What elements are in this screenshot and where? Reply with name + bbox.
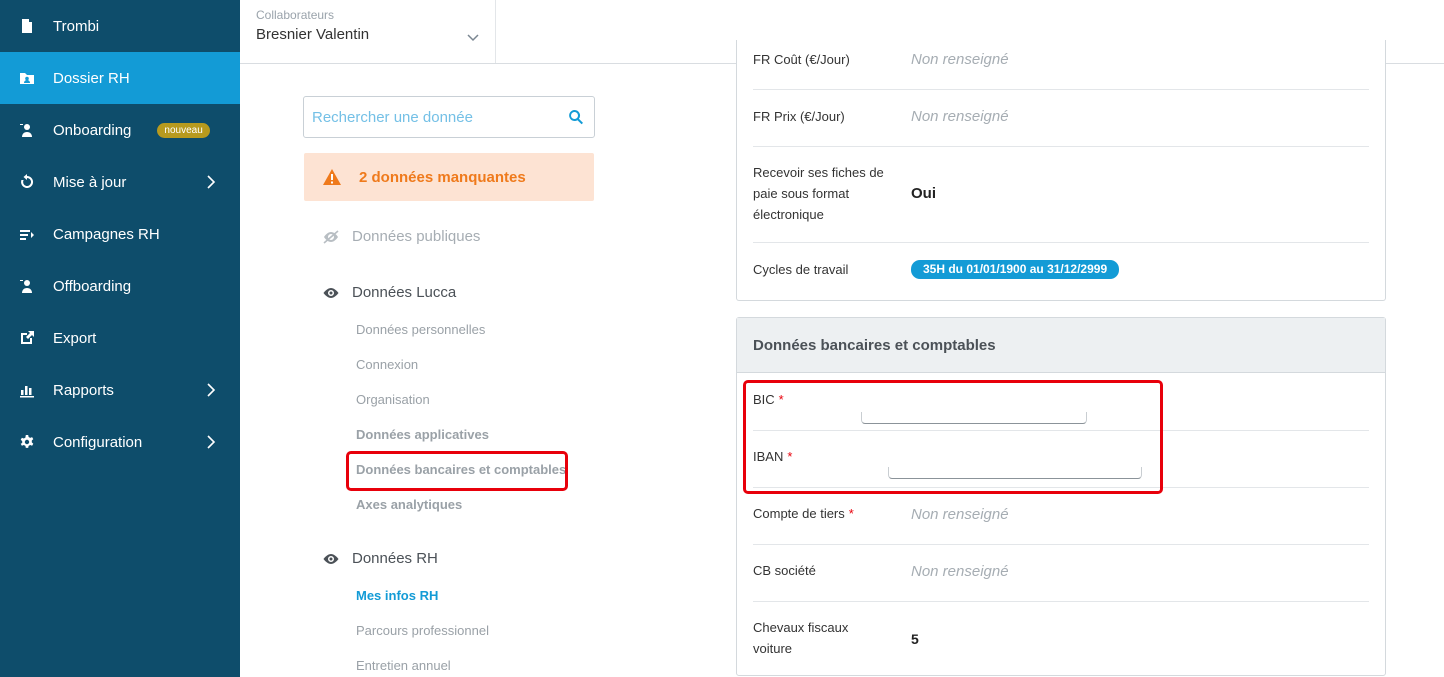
link-mes-infos-rh[interactable]: Mes infos RH bbox=[356, 588, 438, 603]
panel-infos-rh: FR Coût (€/Jour) Non renseigné FR Prix (… bbox=[736, 40, 1386, 301]
nav-item-label: Configuration bbox=[53, 433, 143, 451]
collaborator-select-label: Collaborateurs bbox=[256, 8, 335, 22]
field-value: Oui bbox=[911, 185, 936, 202]
nav-item-trombi[interactable]: Trombi bbox=[0, 0, 240, 52]
field-label: BIC * bbox=[753, 392, 784, 407]
nav-item-label: Dossier RH bbox=[53, 69, 130, 87]
search-field[interactable] bbox=[303, 96, 595, 138]
section-label: Données Lucca bbox=[352, 284, 457, 301]
field-label: Compte de tiers * bbox=[753, 506, 854, 521]
refresh-icon bbox=[18, 173, 36, 191]
search-input[interactable] bbox=[312, 97, 560, 137]
link-parcours-professionnel[interactable]: Parcours professionnel bbox=[356, 623, 489, 638]
gear-icon bbox=[18, 433, 36, 451]
field-row: FR Coût (€/Jour) Non renseigné bbox=[753, 40, 1369, 90]
section-label: Données publiques bbox=[352, 228, 481, 245]
field-row-chevaux-fiscaux: Chevaux fiscaux voiture 5 bbox=[753, 602, 1369, 672]
field-row: FR Prix (€/Jour) Non renseigné bbox=[753, 90, 1369, 147]
folder-user-icon bbox=[18, 69, 36, 87]
nav-item-label: Trombi bbox=[53, 17, 100, 35]
export-icon bbox=[18, 329, 36, 347]
section-donnees-lucca[interactable]: Données Lucca bbox=[322, 284, 456, 301]
link-axes-analytiques[interactable]: Axes analytiques bbox=[356, 497, 462, 512]
field-row: Cycles de travail 35H du 01/01/1900 au 3… bbox=[753, 243, 1369, 300]
field-label: Recevoir ses fiches de paie sous format … bbox=[753, 165, 884, 222]
person-plus-icon bbox=[18, 121, 36, 139]
field-label: Chevaux fiscaux voiture bbox=[753, 620, 849, 656]
work-cycle-badge[interactable]: 35H du 01/01/1900 au 31/12/2999 bbox=[911, 260, 1120, 279]
chevron-right-icon bbox=[204, 383, 218, 397]
eye-icon bbox=[322, 286, 340, 300]
nav-item-configuration[interactable]: Configuration bbox=[0, 416, 240, 468]
link-donnees-applicatives[interactable]: Données applicatives bbox=[356, 427, 489, 442]
field-row-compte-tiers: Compte de tiers * Non renseigné bbox=[753, 488, 1369, 545]
nav-item-label: Onboarding bbox=[53, 121, 132, 139]
bar-chart-icon bbox=[18, 381, 36, 399]
nav-item-mise-a-jour[interactable]: Mise à jour bbox=[0, 156, 240, 208]
field-value: 5 bbox=[911, 631, 919, 647]
iban-input[interactable] bbox=[888, 467, 1142, 479]
nav-item-rapports[interactable]: Rapports bbox=[0, 364, 240, 416]
link-donnees-personnelles[interactable]: Données personnelles bbox=[356, 322, 485, 337]
field-row-bic: BIC * bbox=[753, 374, 1369, 431]
field-row-iban: IBAN * bbox=[753, 431, 1369, 488]
sidebar: Trombi Dossier RH Onboarding nouveau Mis… bbox=[0, 0, 240, 677]
nav-item-onboarding[interactable]: Onboarding nouveau bbox=[0, 104, 240, 156]
field-label: Cycles de travail bbox=[753, 262, 849, 277]
panel-donnees-bancaires: Données bancaires et comptables BIC * IBA… bbox=[736, 317, 1386, 676]
collaborator-select-value: Bresnier Valentin bbox=[256, 26, 370, 43]
nav-item-dossier-rh[interactable]: Dossier RH bbox=[0, 52, 240, 104]
search-icon[interactable] bbox=[568, 109, 584, 125]
bic-input[interactable] bbox=[861, 412, 1087, 424]
nav-item-label: Export bbox=[53, 329, 97, 347]
field-row: Recevoir ses fiches de paie sous format … bbox=[753, 147, 1369, 243]
field-label: FR Prix (€/Jour) bbox=[753, 109, 845, 124]
nav-item-offboarding[interactable]: Offboarding bbox=[0, 260, 240, 312]
nav-item-export[interactable]: Export bbox=[0, 312, 240, 364]
field-row-cb-societe: CB société Non renseigné bbox=[753, 545, 1369, 602]
field-value: Non renseigné bbox=[911, 108, 1009, 125]
required-marker: * bbox=[778, 392, 784, 407]
required-marker: * bbox=[848, 506, 854, 521]
eye-slash-icon bbox=[322, 229, 340, 244]
person-minus-icon bbox=[18, 277, 36, 295]
link-entretien-annuel[interactable]: Entretien annuel bbox=[356, 658, 451, 673]
eye-icon bbox=[322, 552, 340, 566]
section-donnees-publiques[interactable]: Données publiques bbox=[322, 228, 480, 245]
panel-title: Données bancaires et comptables bbox=[737, 318, 1385, 373]
field-label: FR Coût (€/Jour) bbox=[753, 52, 850, 67]
campaign-icon bbox=[18, 225, 36, 243]
field-value: Non renseigné bbox=[911, 51, 1009, 68]
field-value: Non renseigné bbox=[911, 506, 1009, 523]
link-organisation[interactable]: Organisation bbox=[356, 392, 430, 407]
missing-data-text: 2 données manquantes bbox=[359, 168, 526, 186]
chevron-right-icon bbox=[204, 175, 218, 189]
nav-item-label: Campagnes RH bbox=[53, 225, 160, 243]
link-connexion[interactable]: Connexion bbox=[356, 357, 418, 372]
section-label: Données RH bbox=[352, 550, 438, 567]
missing-data-banner[interactable]: 2 données manquantes bbox=[304, 153, 594, 201]
chevron-right-icon bbox=[204, 435, 218, 449]
field-label: CB société bbox=[753, 563, 816, 578]
field-value: Non renseigné bbox=[911, 563, 1009, 580]
link-donnees-bancaires[interactable]: Données bancaires et comptables bbox=[356, 462, 566, 477]
warning-icon bbox=[322, 168, 342, 186]
chevron-down-icon bbox=[467, 30, 479, 42]
nav-item-campagnes-rh[interactable]: Campagnes RH bbox=[0, 208, 240, 260]
field-label: IBAN * bbox=[753, 449, 793, 464]
document-icon bbox=[18, 17, 36, 35]
collaborator-select[interactable]: Collaborateurs Bresnier Valentin bbox=[240, 0, 496, 63]
required-marker: * bbox=[787, 449, 793, 464]
new-badge: nouveau bbox=[157, 122, 210, 138]
nav-item-label: Offboarding bbox=[53, 277, 132, 295]
nav-item-label: Mise à jour bbox=[53, 173, 127, 191]
section-donnees-rh[interactable]: Données RH bbox=[322, 550, 438, 567]
nav-item-label: Rapports bbox=[53, 381, 114, 399]
